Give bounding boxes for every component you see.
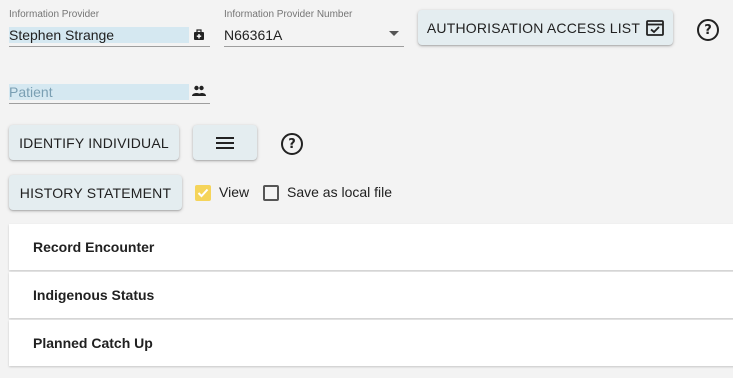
patient-underline (9, 103, 210, 104)
panel-title: Planned Catch Up (33, 335, 153, 351)
checklist-icon (646, 19, 665, 36)
save-local-file-checkbox[interactable] (263, 185, 279, 201)
menu-icon (216, 136, 234, 150)
authorisation-access-list-label: AUTHORISATION ACCESS LIST (426, 19, 641, 36)
medical-bag-icon (192, 28, 206, 42)
info-provider-input[interactable]: Stephen Strange (9, 27, 189, 43)
provider-number-underline (224, 46, 404, 47)
panel-planned-catch-up[interactable]: Planned Catch Up (9, 320, 733, 366)
people-icon (192, 85, 206, 97)
panel-indigenous-status[interactable]: Indigenous Status (9, 272, 733, 318)
identify-individual-button[interactable]: IDENTIFY INDIVIDUAL (9, 125, 179, 160)
panel-title: Record Encounter (33, 239, 155, 255)
save-local-file-label: Save as local file (287, 184, 393, 200)
help-circle-icon-2[interactable]: ? (281, 133, 303, 155)
provider-number-select[interactable]: N66361A (224, 27, 282, 43)
provider-number-label: Information Provider Number (224, 9, 353, 20)
panel-record-encounter[interactable]: Record Encounter (9, 224, 733, 270)
info-provider-label: Information Provider (9, 9, 100, 20)
info-provider-underline (9, 46, 210, 47)
view-checkbox[interactable] (195, 185, 211, 201)
menu-button[interactable] (193, 125, 257, 160)
history-statement-label: HISTORY STATEMENT (19, 184, 172, 201)
help-circle-icon[interactable]: ? (697, 19, 719, 41)
history-statement-button[interactable]: HISTORY STATEMENT (9, 175, 182, 210)
authorisation-access-list-button[interactable]: AUTHORISATION ACCESS LIST (418, 10, 673, 45)
panel-title: Indigenous Status (33, 287, 155, 303)
patient-input[interactable]: Patient (9, 84, 189, 100)
identify-individual-label: IDENTIFY INDIVIDUAL (19, 134, 169, 151)
chevron-down-icon[interactable] (388, 30, 400, 37)
view-checkbox-label: View (219, 184, 250, 200)
